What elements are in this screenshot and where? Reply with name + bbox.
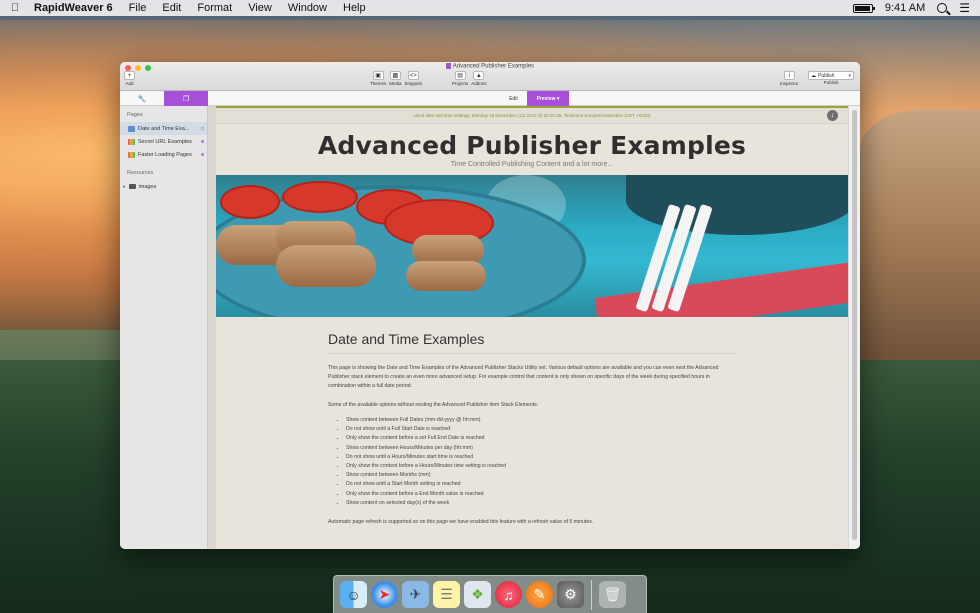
tab-pages[interactable]: ❐ [164,91,208,106]
sidebar-item-faster-loading[interactable]: Faster Loading Pages [120,148,207,161]
menu-view[interactable]: View [240,2,280,14]
document-icon [445,63,451,69]
apple-menu-icon[interactable]:  [0,2,30,14]
stacks-page-icon [128,138,135,145]
finder-icon[interactable]: ☺ [340,581,367,608]
window-title: Advanced Publisher Examples [120,63,860,70]
safari-icon[interactable]: ➤ [371,581,398,608]
folder-icon [128,184,136,189]
toolbar-group-project: ▤ Projects ▲ Addons [452,71,487,86]
menu-edit[interactable]: Edit [154,2,189,14]
addons-icon: ▲ [473,71,485,80]
notes-icon[interactable]: ☰ [433,581,460,608]
menu-file[interactable]: File [121,2,155,14]
list-item: Do not show until a Start Month setting … [346,480,736,489]
pages-icon: ❐ [182,95,190,103]
media-icon: ▩ [389,71,401,80]
projects-icon: ▤ [454,71,466,80]
scrollbar-thumb[interactable] [852,110,857,540]
cloud-icon: ☁ [811,72,816,79]
spotlight-search-icon[interactable] [937,3,948,13]
status-dot [201,140,204,143]
menu-help[interactable]: Help [335,2,374,14]
site-title: Advanced Publisher Examples [317,131,747,160]
tab-tools[interactable]: 🔧 [120,91,164,106]
list-item: Do not show until a Hours/Minutes start … [346,453,736,462]
list-item: Only show the content before a set Full … [346,434,736,443]
preview-mode-button[interactable]: Preview ▾ [527,91,569,106]
section-heading: Date and Time Examples [328,331,485,347]
list-item: Show content between Full Dates (mm-dd-y… [346,416,736,425]
toolbar-group-design: ▣ Themes ▩ Media <> Snippets [370,71,422,86]
heading-divider [328,353,736,354]
themes-button[interactable]: ▣ Themes [370,71,386,86]
menu-window[interactable]: Window [280,2,335,14]
intro-paragraph: This page is showing the Date and Time E… [328,365,719,389]
header-banner-image [216,175,848,317]
options-intro: Some of the available options without ne… [328,402,539,408]
dropdown-arrow-icon[interactable]: ▾ [848,73,851,79]
trash-icon[interactable]: 🗑 [599,581,626,608]
publish-control[interactable]: ☁ Publish ▾ Publish [808,71,854,85]
list-item: Show content between Months (mm) [346,471,736,480]
app-menu[interactable]: RapidWeaver 6 [30,2,121,14]
status-dot [201,127,204,130]
menu-bar:  RapidWeaver 6 File Edit Format View Wi… [0,0,980,16]
snippets-button[interactable]: <> Snippets [405,71,422,86]
mode-bar: 🔧 ❐ Edit Preview ▾ [120,91,860,106]
mail-icon[interactable]: ✈ [402,581,429,608]
preview-gutter [208,106,216,549]
plus-icon: + [124,71,135,80]
stacks-page-icon [128,151,135,158]
sidebar-item-date-time[interactable]: Date and Time Exa... [120,122,207,135]
sidebar: Pages Date and Time Exa... Secret URL Ex… [120,106,208,549]
list-item: Do not show until a Full Start Date is r… [346,425,736,434]
status-dot [201,153,204,156]
rapidweaver-icon[interactable]: ❖ [464,581,491,608]
edit-mode-button[interactable]: Edit [500,91,527,106]
media-button[interactable]: ▩ Media [389,71,402,86]
page-icon [128,125,135,132]
wrench-icon: 🔧 [137,95,147,103]
date-settings-notice: Used date and time settings: Monday 15 D… [216,108,848,124]
info-icon: i [783,71,795,80]
site-subtitle: Time Controlled Publishing Content and a… [450,161,614,168]
list-item: Show content on selected day(s) of the w… [346,499,736,508]
sidebar-item-secret-url[interactable]: Secret URL Examples [120,135,207,148]
add-button[interactable]: + Add [124,71,135,86]
web-preview: Used date and time settings: Monday 15 D… [216,106,848,549]
notification-center-icon[interactable]: ☰ [959,1,970,15]
options-list: Show content between Full Dates (mm-dd-y… [328,416,736,508]
refresh-note: Automatic page refresh is supported so o… [328,519,594,526]
code-icon: <> [407,71,419,80]
sidebar-item-images[interactable]: ▸ images [120,180,207,193]
projects-button[interactable]: ▤ Projects [452,71,468,86]
battery-icon[interactable] [852,3,875,13]
download-arrow-icon[interactable]: ↓ [827,110,838,121]
disclosure-triangle-icon[interactable]: ▸ [123,184,126,190]
itunes-icon[interactable]: ♫ [495,581,522,608]
rapidweaver-window: Advanced Publisher Examples + Add ▣ Them… [120,62,860,549]
ibooks-icon[interactable]: ✎ [526,581,553,608]
window-titlebar: Advanced Publisher Examples + Add ▣ Them… [120,62,860,91]
pages-header: Pages [127,112,143,118]
dock: ☺ ➤ ✈ ☰ ❖ ♫ ✎ ⚙ 🗑 [333,575,647,613]
menu-format[interactable]: Format [189,2,240,14]
inspector-button[interactable]: i Inspector [780,71,799,86]
clock[interactable]: 9:41 AM [885,2,925,14]
list-item: Show content between Hours/Minutes per d… [346,444,736,453]
preview-scrollbar[interactable] [848,106,860,549]
list-item: Only show the content before a End Month… [346,490,736,499]
chevron-down-icon: ▾ [556,95,560,102]
resources-header: Resources [127,170,154,176]
system-preferences-icon[interactable]: ⚙ [557,581,584,608]
page-content: Date and Time Examples This page is show… [216,331,848,527]
addons-button[interactable]: ▲ Addons [471,71,487,86]
publish-button[interactable]: ☁ Publish ▾ [808,71,854,80]
themes-icon: ▣ [372,71,384,80]
list-item: Only show the content before a Hours/Min… [346,462,736,471]
dock-separator [591,579,592,610]
